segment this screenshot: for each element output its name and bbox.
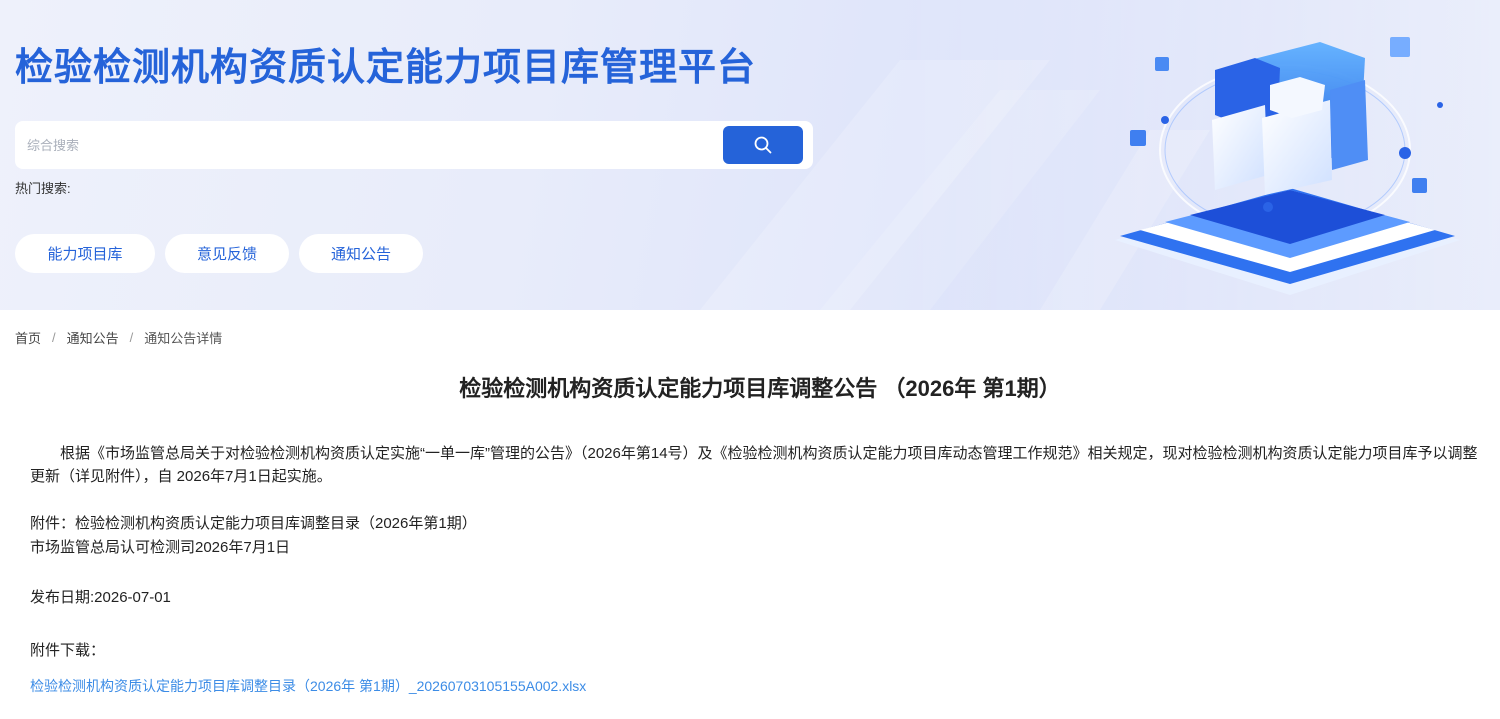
- breadcrumb-home[interactable]: 首页: [15, 328, 41, 347]
- nav-notices[interactable]: 通知公告: [299, 234, 423, 273]
- breadcrumb-notices[interactable]: 通知公告: [67, 328, 119, 347]
- nav-feedback[interactable]: 意见反馈: [165, 234, 289, 273]
- breadcrumb: 首页 / 通知公告 / 通知公告详情: [15, 328, 222, 347]
- search-input[interactable]: [15, 121, 715, 169]
- download-label: 附件下载：: [30, 642, 106, 659]
- article-title: 检验检测机构资质认定能力项目库调整公告 （2026年 第1期）: [459, 376, 1061, 401]
- attachment-line: 附件：检验检测机构资质认定能力项目库调整目录（2026年第1期）: [30, 515, 477, 532]
- search-bar: [15, 121, 813, 169]
- publish-date: 发布日期:2026-07-01: [30, 589, 171, 606]
- signature-line: 市场监管总局认可检测司2026年7月1日: [30, 539, 291, 556]
- search-button[interactable]: [723, 126, 803, 164]
- article-body: 根据《市场监管总局关于对检验检测机构资质认定实施“一单一库”管理的公告》（202…: [30, 445, 1478, 485]
- breadcrumb-separator: /: [129, 330, 134, 345]
- breadcrumb-current: 通知公告详情: [144, 331, 223, 346]
- search-icon: [754, 136, 772, 154]
- breadcrumb-separator: /: [52, 330, 56, 345]
- site-title: 检验检测机构资质认定能力项目库管理平台: [15, 47, 757, 89]
- hot-search-label: 热门搜索:: [15, 181, 71, 196]
- header-banner: 检验检测机构资质认定能力项目库管理平台 热门搜索: 能力项目库 意见反馈 通知公…: [0, 0, 1500, 310]
- attachment-download-link[interactable]: 检验检测机构资质认定能力项目库调整目录（2026年 第1期）_202607031…: [30, 676, 586, 696]
- nav-ability-library[interactable]: 能力项目库: [15, 234, 155, 273]
